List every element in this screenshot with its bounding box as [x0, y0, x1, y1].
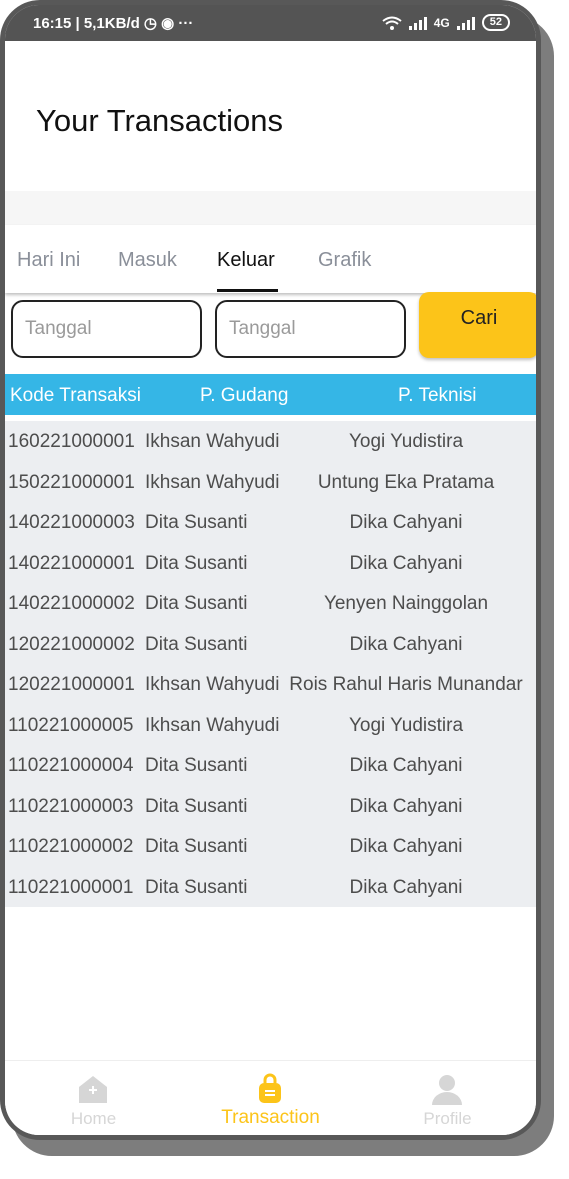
cell-kode: 110221000002 — [8, 836, 134, 857]
app-header: Your Transactions — [5, 41, 536, 191]
nav-profile[interactable]: Profile — [359, 1061, 536, 1135]
table-header: Kode Transaksi P. Gudang P. Teknisi — [5, 374, 536, 415]
bottom-nav: Home Transaction Profile — [5, 1060, 536, 1135]
status-icons: 4G 52 — [382, 14, 510, 31]
cell-teknisi: Dika Cahyani — [349, 552, 463, 574]
cell-kode: 110221000001 — [8, 876, 134, 898]
tab-grafik[interactable]: Grafik — [318, 249, 371, 272]
cell-gudang: Dita Susanti — [145, 836, 248, 857]
column-p-gudang: P. Gudang — [200, 385, 289, 406]
cell-gudang: Dita Susanti — [145, 795, 248, 817]
nav-transaction[interactable]: Transaction — [182, 1061, 359, 1135]
start-date-input[interactable] — [13, 302, 200, 356]
person-icon — [432, 1075, 462, 1105]
cell-kode: 140221000002 — [8, 593, 135, 614]
transaction-table: 160221000001 Ikhsan Wahyudi Yogi Yudisti… — [5, 421, 536, 907]
cell-kode: 120221000001 — [8, 674, 135, 695]
cell-teknisi: Yogi Yudistira — [348, 431, 464, 452]
table-row[interactable]: 110221000001 Dita Susanti Dika Cahyani — [5, 867, 536, 907]
cell-teknisi: Rois Rahul Haris Munandar — [289, 674, 523, 695]
cell-kode: 120221000002 — [8, 633, 135, 655]
table-row[interactable]: 120221000001 Ikhsan Wahyudi Rois Rahul H… — [5, 664, 536, 704]
start-date-field[interactable] — [11, 300, 202, 358]
cell-teknisi: Untung Eka Pratama — [317, 471, 495, 493]
tab-hari-ini[interactable]: Hari Ini — [17, 249, 80, 272]
table-row[interactable]: 110221000005 Ikhsan Wahyudi Yogi Yudisti… — [5, 705, 536, 745]
page-title: Your Transactions — [36, 103, 284, 138]
column-kode-transaksi: Kode Transaksi — [10, 385, 141, 406]
table-row[interactable]: 140221000002 Dita Susanti Yenyen Nainggo… — [5, 583, 536, 623]
signal-icon — [408, 16, 427, 30]
table-row[interactable]: 140221000003 Dita Susanti Dika Cahyani — [5, 502, 536, 542]
column-p-teknisi: P. Teknisi — [398, 385, 477, 406]
cell-kode: 140221000003 — [8, 512, 135, 533]
cell-kode: 160221000001 — [8, 431, 135, 452]
cell-gudang: Ikhsan Wahyudi — [145, 674, 280, 695]
home-icon — [79, 1076, 107, 1103]
table-row[interactable]: 140221000001 Dita Susanti Dika Cahyani — [5, 543, 536, 583]
cell-gudang: Dita Susanti — [145, 876, 248, 898]
cell-gudang: Dita Susanti — [145, 633, 248, 655]
table-row[interactable]: 160221000001 Ikhsan Wahyudi Yogi Yudisti… — [5, 421, 536, 461]
nav-profile-label: Profile — [423, 1109, 472, 1128]
search-button[interactable]: Cari — [419, 292, 536, 358]
cell-gudang: Dita Susanti — [145, 593, 248, 614]
battery-icon: 52 — [481, 14, 510, 31]
cell-teknisi: Dika Cahyani — [349, 876, 463, 898]
table-row[interactable]: 110221000003 Dita Susanti Dika Cahyani — [5, 786, 536, 826]
cell-teknisi: Dika Cahyani — [349, 755, 463, 776]
cell-teknisi: Yenyen Nainggolan — [323, 593, 489, 614]
cell-kode: 140221000001 — [8, 552, 135, 574]
shopping-bag-icon — [259, 1073, 281, 1103]
cell-gudang: Ikhsan Wahyudi — [145, 714, 280, 736]
end-date-input[interactable] — [217, 302, 404, 356]
tab-masuk[interactable]: Masuk — [118, 249, 177, 272]
table-row[interactable]: 120221000002 Dita Susanti Dika Cahyani — [5, 624, 536, 664]
cell-teknisi: Dika Cahyani — [349, 836, 463, 857]
cell-kode: 110221000005 — [8, 714, 134, 736]
cell-kode: 110221000003 — [8, 795, 134, 817]
tab-keluar[interactable]: Keluar — [217, 249, 275, 272]
table-row[interactable]: 150221000001 Ikhsan Wahyudi Untung Eka P… — [5, 462, 536, 502]
table-row[interactable]: 110221000002 Dita Susanti Dika Cahyani — [5, 826, 536, 866]
cell-gudang: Ikhsan Wahyudi — [145, 431, 280, 452]
end-date-field[interactable] — [215, 300, 406, 358]
nav-home[interactable]: Home — [5, 1061, 182, 1135]
cell-gudang: Dita Susanti — [145, 552, 248, 574]
wifi-icon — [382, 16, 402, 30]
cell-teknisi: Dika Cahyani — [349, 795, 463, 817]
status-time: 16:15 | 5,1KB/d ◷ ◉ ··· — [33, 15, 194, 32]
cell-kode: 150221000001 — [8, 471, 135, 493]
cell-gudang: Ikhsan Wahyudi — [145, 471, 280, 493]
nav-home-label: Home — [70, 1109, 117, 1128]
active-tab-indicator — [217, 289, 278, 292]
cell-gudang: Dita Susanti — [145, 512, 248, 533]
status-bar: 16:15 | 5,1KB/d ◷ ◉ ··· 4G 52 — [5, 5, 536, 41]
cell-teknisi: Dika Cahyani — [349, 512, 463, 533]
device-frame: 16:15 | 5,1KB/d ◷ ◉ ··· 4G 52 Your Trans… — [0, 0, 541, 1140]
cell-teknisi: Dika Cahyani — [349, 633, 463, 655]
nav-transaction-label: Transaction — [221, 1107, 320, 1128]
cell-teknisi: Yogi Yudistira — [348, 714, 464, 736]
screen: 16:15 | 5,1KB/d ◷ ◉ ··· 4G 52 Your Trans… — [5, 5, 536, 1135]
header-divider — [5, 191, 536, 225]
table-row[interactable]: 110221000004 Dita Susanti Dika Cahyani — [5, 745, 536, 785]
cell-kode: 110221000004 — [8, 755, 134, 776]
tab-bar: Hari Ini Masuk Keluar Grafik — [5, 225, 536, 293]
cell-gudang: Dita Susanti — [145, 755, 248, 776]
network-type-label: 4G — [433, 15, 450, 30]
signal-4g-icon — [456, 16, 475, 30]
